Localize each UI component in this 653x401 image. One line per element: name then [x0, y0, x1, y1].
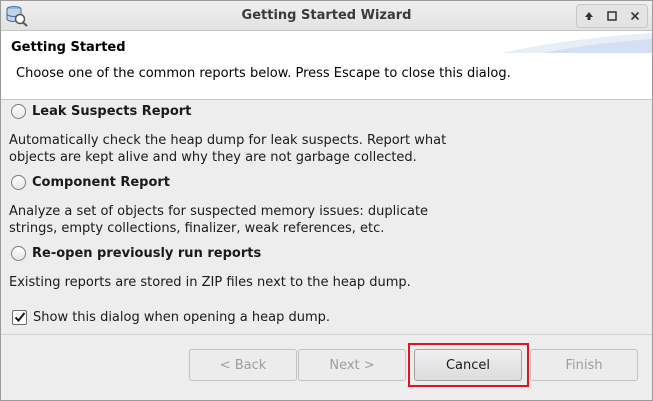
reopen-reports-description: Existing reports are stored in ZIP files… [9, 274, 479, 291]
option-leak-suspects[interactable]: Leak Suspects Report [11, 104, 191, 119]
cancel-highlight-box [408, 343, 529, 387]
component-report-label[interactable]: Component Report [32, 175, 170, 190]
reopen-reports-label[interactable]: Re-open previously run reports [32, 246, 261, 261]
option-reopen-reports[interactable]: Re-open previously run reports [11, 246, 261, 261]
wizard-dialog: Getting Started Wizard Getting Started C… [0, 0, 653, 401]
title-bar[interactable]: Getting Started Wizard [1, 1, 652, 31]
header-banner-decoration [502, 33, 652, 53]
option-component-report[interactable]: Component Report [11, 175, 170, 190]
close-icon[interactable] [626, 7, 644, 25]
up-arrow-icon[interactable] [580, 7, 598, 25]
leak-suspects-description-line1: Automatically check the heap dump for le… [9, 133, 447, 148]
show-dialog-label[interactable]: Show this dialog when opening a heap dum… [33, 310, 330, 325]
window-title: Getting Started Wizard [241, 8, 412, 23]
header-description: Choose one of the common reports below. … [16, 66, 511, 81]
finish-button[interactable]: Finish [530, 349, 638, 381]
window-controls [576, 4, 648, 28]
leak-suspects-description: Automatically check the heap dump for le… [9, 132, 479, 166]
component-report-description: Analyze a set of objects for suspected m… [9, 203, 479, 237]
maximize-icon[interactable] [603, 7, 621, 25]
reopen-reports-radio[interactable] [11, 246, 26, 261]
back-button[interactable]: < Back [189, 349, 297, 381]
header-title: Getting Started [11, 40, 126, 55]
show-dialog-checkbox[interactable] [12, 310, 27, 325]
component-report-radio[interactable] [11, 175, 26, 190]
reopen-reports-description-line1: Existing reports are stored in ZIP files… [9, 275, 411, 290]
leak-suspects-radio[interactable] [11, 104, 26, 119]
checkmark-icon [14, 312, 26, 322]
leak-suspects-label[interactable]: Leak Suspects Report [32, 104, 191, 119]
component-report-description-line2: strings, empty collections, finalizer, w… [9, 221, 385, 236]
next-button[interactable]: Next > [298, 349, 406, 381]
wizard-header: Getting Started Choose one of the common… [1, 31, 652, 100]
component-report-description-line1: Analyze a set of objects for suspected m… [9, 204, 429, 219]
leak-suspects-description-line2: objects are kept alive and why they are … [9, 150, 417, 165]
button-bar-separator [1, 334, 652, 335]
show-dialog-option[interactable]: Show this dialog when opening a heap dum… [12, 310, 330, 325]
